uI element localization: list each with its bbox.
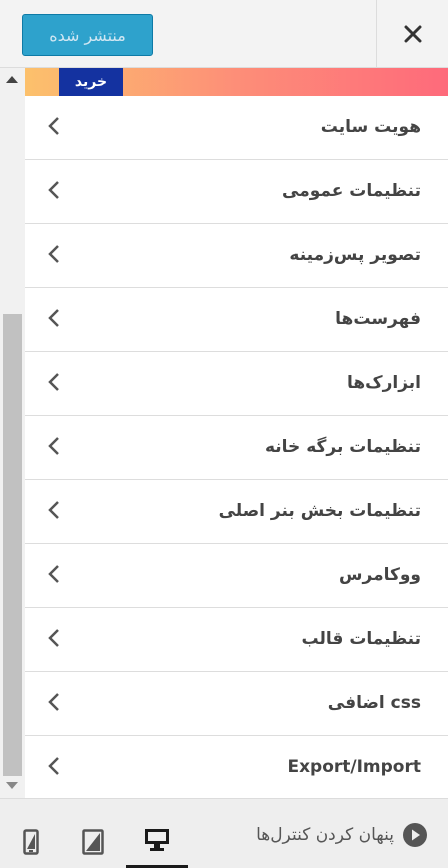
- menu-item-label: فهرست‌ها: [335, 309, 421, 329]
- menu-item-label: ووکامرس: [339, 565, 421, 585]
- menu-item-label: تنظیمات قالب: [301, 629, 422, 649]
- scroll-up-arrow-icon[interactable]: [6, 76, 18, 83]
- chevron-left-icon: [48, 245, 59, 263]
- menu-item-theme-settings[interactable]: تنظیمات قالب: [25, 608, 448, 672]
- menu-item-label: تنظیمات عمومی: [282, 181, 421, 201]
- scroll-thumb[interactable]: [3, 314, 22, 776]
- menu-item-export-import[interactable]: Export/Import: [25, 736, 448, 800]
- chevron-left-icon: [48, 629, 59, 647]
- chevron-left-icon: [48, 437, 59, 455]
- scroll-down-arrow-icon[interactable]: [6, 782, 18, 789]
- scrollbar[interactable]: [0, 68, 25, 798]
- menu-item-background-image[interactable]: تصویر پس‌زمینه: [25, 224, 448, 288]
- menu-item-general-settings[interactable]: تنظیمات عمومی: [25, 160, 448, 224]
- tablet-preview-button[interactable]: [62, 815, 124, 868]
- customizer-panel: منتشر شده خرید هویت سایت تنظیمات عمومی ت…: [0, 0, 448, 868]
- menu-item-label: css اضافی: [327, 693, 421, 713]
- close-button[interactable]: [376, 0, 448, 68]
- menu-item-label: تنظیمات برگه خانه: [264, 437, 421, 457]
- chevron-left-icon: [48, 757, 59, 775]
- menu-item-label: Export/Import: [287, 757, 421, 777]
- tablet-icon: [82, 829, 104, 855]
- hide-controls-button[interactable]: پنهان کردن کنترل‌ها: [256, 821, 428, 849]
- menu-item-widgets[interactable]: ابزارک‌ها: [25, 352, 448, 416]
- chevron-left-icon: [48, 117, 59, 135]
- menu-item-label: هویت سایت: [320, 117, 421, 137]
- menu-item-menus[interactable]: فهرست‌ها: [25, 288, 448, 352]
- buy-button[interactable]: خرید: [59, 68, 123, 96]
- chevron-left-icon: [48, 181, 59, 199]
- play-circle-icon: [403, 823, 427, 847]
- promo-banner[interactable]: خرید: [25, 68, 448, 96]
- menu-item-label: تنظیمات بخش بنر اصلی: [218, 501, 421, 521]
- menu-item-label: ابزارک‌ها: [347, 373, 421, 393]
- chevron-left-icon: [48, 693, 59, 711]
- mobile-icon: [23, 829, 39, 855]
- menu-item-label: تصویر پس‌زمینه: [289, 245, 421, 265]
- chevron-left-icon: [48, 501, 59, 519]
- menu-item-woocommerce[interactable]: ووکامرس: [25, 544, 448, 608]
- chevron-left-icon: [48, 373, 59, 391]
- menu-item-additional-css[interactable]: css اضافی: [25, 672, 448, 736]
- menu-item-homepage-settings[interactable]: تنظیمات برگه خانه: [25, 416, 448, 480]
- publish-button[interactable]: منتشر شده: [22, 14, 153, 56]
- customizer-footer: پنهان کردن کنترل‌ها: [0, 798, 448, 868]
- chevron-left-icon: [48, 565, 59, 583]
- menu-item-site-identity[interactable]: هویت سایت: [25, 96, 448, 160]
- desktop-icon: [145, 829, 169, 851]
- customizer-menu: هویت سایت تنظیمات عمومی تصویر پس‌زمینه ف…: [25, 96, 448, 800]
- hide-controls-label: پنهان کردن کنترل‌ها: [256, 825, 394, 845]
- customizer-header: منتشر شده: [0, 0, 448, 68]
- desktop-preview-button[interactable]: [126, 815, 188, 868]
- close-icon: [404, 25, 421, 43]
- menu-item-main-banner-settings[interactable]: تنظیمات بخش بنر اصلی: [25, 480, 448, 544]
- chevron-left-icon: [48, 309, 59, 327]
- mobile-preview-button[interactable]: [0, 815, 62, 868]
